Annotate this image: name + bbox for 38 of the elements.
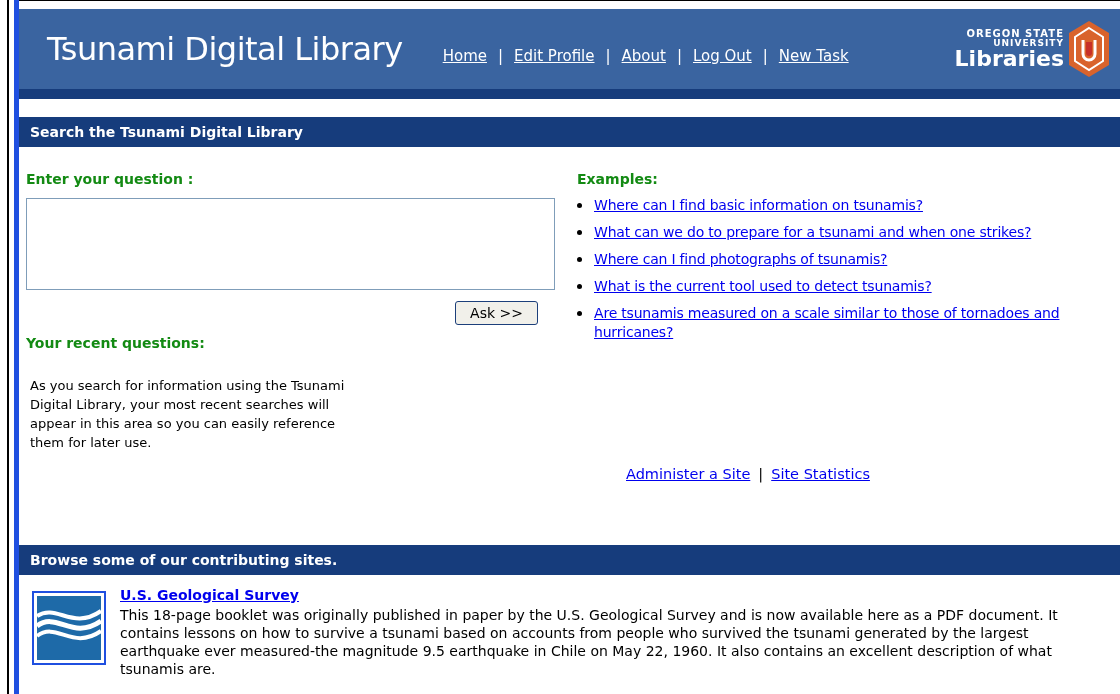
ask-button[interactable]: Ask >> bbox=[455, 301, 538, 325]
admin-link[interactable]: Site Statistics bbox=[771, 464, 870, 486]
separator: | bbox=[762, 45, 768, 67]
bullet-icon bbox=[577, 257, 582, 262]
question-field[interactable] bbox=[26, 198, 555, 290]
recent-questions-label: Your recent questions: bbox=[26, 334, 206, 353]
nav-link[interactable]: Edit Profile bbox=[514, 44, 595, 68]
example-link[interactable]: Where can I find photographs of tsunamis? bbox=[594, 250, 888, 269]
hexagon-logo-icon bbox=[1068, 20, 1110, 78]
section-title: Search the Tsunami Digital Library bbox=[30, 122, 303, 142]
example-link[interactable]: What is the current tool used to detect tsunamis? bbox=[594, 277, 932, 296]
section-title: Browse some of our contributing sites. bbox=[30, 550, 338, 570]
nav-link[interactable]: About bbox=[621, 44, 666, 68]
bullet-icon bbox=[577, 311, 582, 316]
example-link[interactable]: What can we do to prepare for a tsunami and when one strikes? bbox=[594, 223, 1032, 242]
logo-text: UNIVERSITY bbox=[993, 38, 1064, 48]
nav-link[interactable]: Log Out bbox=[693, 44, 752, 68]
site-description: This 18-page booklet was originally published in paper by the U.S. Geological Survey and is now available here as a PDF document. It contains lessons on how to survive a tsunami based on accounts from people who survived the tsunami generated by the largest earthquake ever measured-the magnitude 9.5 earthquake in Chile on May 22, 1960. It also contains an excellent description of what tsunamis are. bbox=[120, 606, 1059, 678]
example-link[interactable]: Are tsunamis measured on a scale similar to those of tornadoes and hurricanes? bbox=[594, 304, 1120, 342]
bullet-icon bbox=[577, 230, 582, 235]
admin-link[interactable]: Administer a Site bbox=[626, 464, 751, 486]
logo-text: Libraries bbox=[954, 47, 1064, 70]
separator: | bbox=[497, 45, 504, 67]
recent-questions-text: As you search for information using the Tsunami Digital Library, your most recent searches will appear in this area so you can easily reference them for later use. bbox=[30, 377, 346, 452]
logo-text: OREGON STATE bbox=[966, 28, 1064, 39]
separator: | bbox=[605, 45, 611, 67]
site-link[interactable]: U.S. Geological Survey bbox=[120, 585, 1080, 606]
bullet-icon bbox=[577, 203, 582, 208]
bullet-icon bbox=[577, 284, 582, 289]
nav-link[interactable]: New Task bbox=[778, 44, 849, 68]
nav-link[interactable]: Home bbox=[442, 44, 487, 68]
question-label: Enter your question : bbox=[26, 170, 195, 189]
examples-label: Examples: bbox=[577, 170, 659, 189]
site-title: Tsunami Digital Library bbox=[47, 33, 403, 65]
wave-logo-icon bbox=[32, 591, 106, 665]
separator: | bbox=[758, 465, 764, 485]
separator: | bbox=[676, 45, 682, 67]
example-link[interactable]: Where can I find basic information on tsunamis? bbox=[594, 196, 923, 215]
